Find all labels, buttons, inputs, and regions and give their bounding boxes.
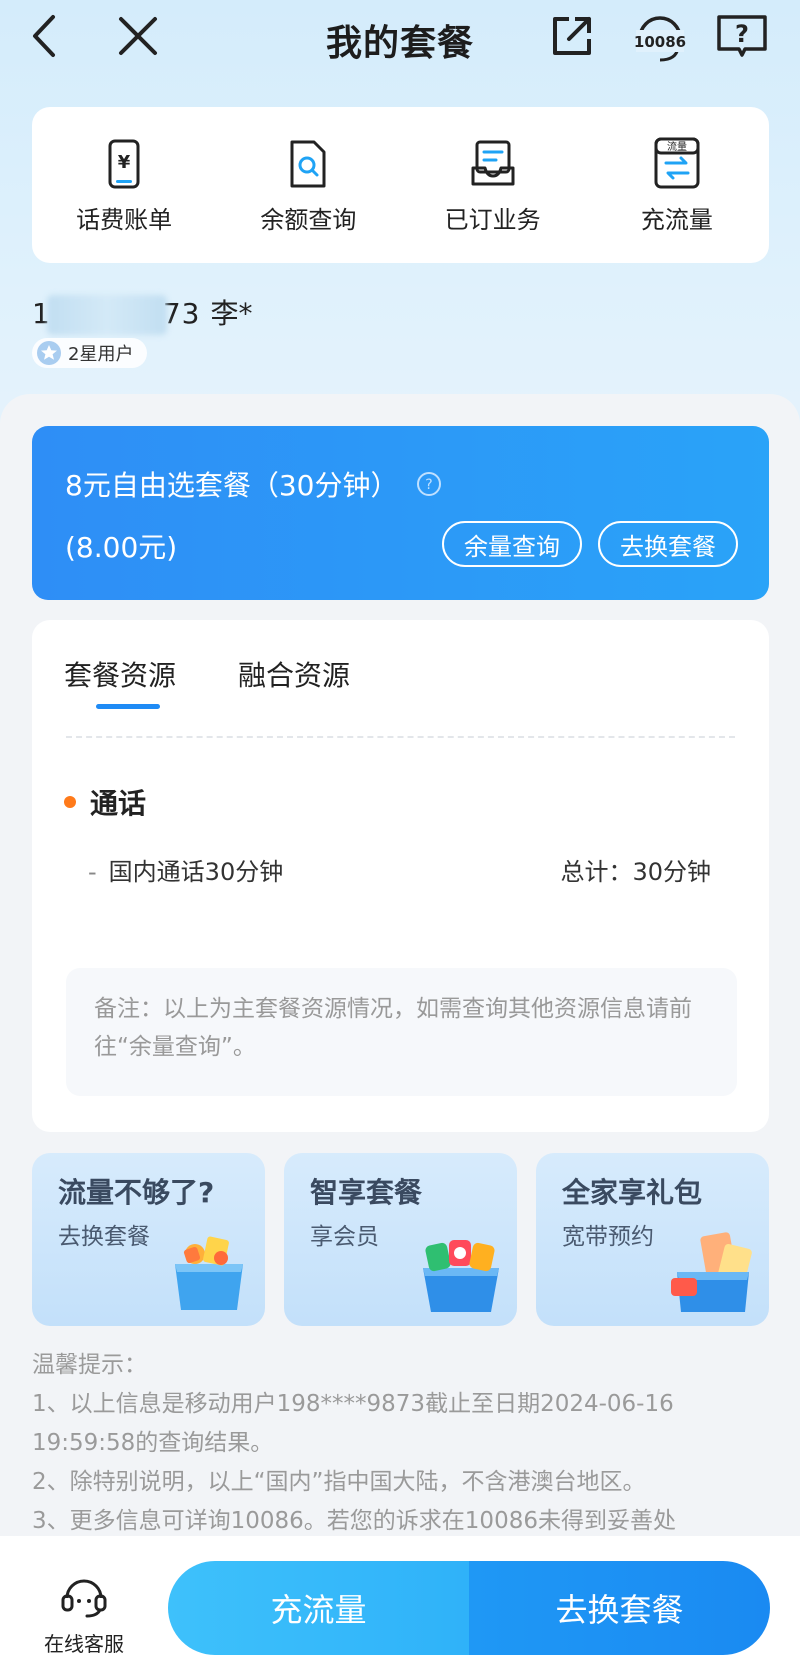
online-service-button[interactable]: 在线客服 (34, 1572, 134, 1657)
quick-action-bill[interactable]: ¥ 话费账单 (39, 136, 209, 235)
bottom-action-bar: 在线客服 充流量 去换套餐 (0, 1536, 800, 1674)
divider (66, 736, 735, 738)
gift-box-illustration (161, 1230, 257, 1320)
svg-text:?: ? (735, 20, 749, 48)
app-box-illustration (413, 1230, 509, 1320)
subscribed-tray-icon (408, 136, 578, 192)
bullet-dot (64, 796, 76, 808)
quick-action-subscribed[interactable]: 已订业务 (408, 136, 578, 235)
resource-total: 总计：30分钟 (560, 858, 711, 886)
note-box: 备注：以上为主套餐资源情况，如需查询其他资源信息请前往“余量查询”。 (66, 968, 737, 1096)
resources-card: 套餐资源 融合资源 通话 - 国内通话30分钟 总计：30分钟 备注：以上为主套餐… (32, 620, 769, 1132)
star-icon (36, 340, 62, 366)
svg-text:?: ? (426, 477, 433, 493)
change-plan-bottom-button[interactable]: 去换套餐 (469, 1561, 770, 1655)
tab-fusion-resources[interactable]: 融合资源 (238, 654, 350, 694)
user-name: 李* (210, 297, 253, 330)
change-plan-button[interactable]: 去换套餐 (598, 521, 738, 567)
quick-action-balance[interactable]: 余额查询 (223, 136, 393, 235)
balance-query-button[interactable]: 余量查询 (442, 521, 582, 567)
navigation-bar: 我的套餐 10086 ? (0, 0, 800, 72)
bill-phone-icon: ¥ (39, 136, 209, 192)
plan-name: 8元自由选套餐（30分钟） (65, 469, 399, 502)
resource-row: - 国内通话30分钟 总计：30分钟 (88, 852, 711, 887)
user-level-label: 2星用户 (68, 344, 134, 365)
customer-service-icon (34, 1572, 134, 1622)
question-circle-icon[interactable]: ? (416, 471, 442, 497)
bottom-button-group: 充流量 去换套餐 (168, 1561, 770, 1655)
section-title-call: 通话 (64, 782, 146, 822)
share-icon[interactable] (544, 8, 600, 64)
plan-card: 8元自由选套餐（30分钟） ? (8.00元) 余量查询 去换套餐 (32, 426, 769, 600)
promo-smart-plan[interactable]: 智享套餐 享会员 (284, 1153, 517, 1326)
active-tab-indicator (96, 704, 160, 709)
help-book-icon[interactable]: ? (714, 8, 770, 64)
promo-family-gift[interactable]: 全家享礼包 宽带预约 (536, 1153, 769, 1326)
quick-action-data-recharge[interactable]: 流量 充流量 (592, 136, 762, 235)
coupon-box-illustration (665, 1230, 761, 1320)
number-mask (46, 295, 167, 335)
resource-name: 国内通话30分钟 (108, 858, 284, 886)
tips-line-1: 1、以上信息是移动用户198****9873截止至日期2024-06-16 19… (32, 1391, 674, 1456)
tips-line-2: 2、除特别说明，以上“国内”指中国大陆，不含港澳台地区。 (32, 1469, 646, 1495)
row-dash: - (88, 858, 97, 886)
tips-section: 温馨提示： 1、以上信息是移动用户198****9873截止至日期2024-06… (32, 1346, 772, 1541)
balance-search-icon (223, 136, 393, 192)
svg-text:流量: 流量 (667, 140, 687, 153)
data-recharge-icon: 流量 (592, 136, 762, 192)
quick-actions-card: ¥ 话费账单 余额查询 已订业务 流量 充流量 (32, 107, 769, 263)
hotline-headset-icon[interactable]: 10086 (630, 8, 690, 64)
svg-text:¥: ¥ (118, 152, 131, 173)
promo-data-shortage[interactable]: 流量不够了? 去换套餐 (32, 1153, 265, 1326)
recharge-data-button[interactable]: 充流量 (168, 1561, 469, 1655)
user-info: 1 73 李* (32, 292, 252, 335)
svg-text:10086: 10086 (634, 33, 686, 51)
tips-title: 温馨提示： (32, 1352, 147, 1378)
user-level-badge: 2星用户 (32, 338, 148, 368)
user-number-suffix: 73 (162, 297, 201, 330)
plan-price: (8.00元) (65, 531, 178, 564)
tab-plan-resources[interactable]: 套餐资源 (64, 654, 176, 694)
